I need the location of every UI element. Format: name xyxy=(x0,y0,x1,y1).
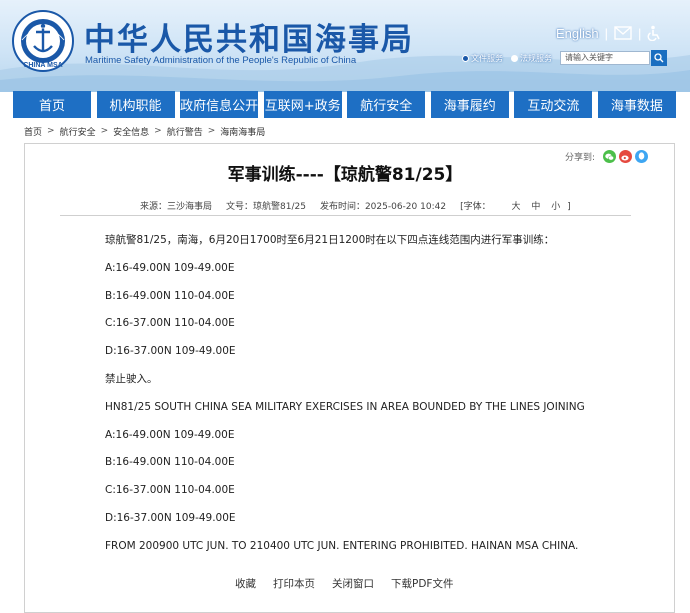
meta-source: 来源：三沙海事局 xyxy=(140,202,213,212)
article-title: 军事训练----【琼航警81/25】 xyxy=(227,165,463,185)
mail-icon[interactable] xyxy=(614,26,632,40)
print-link[interactable]: 打印本页 xyxy=(273,576,315,591)
search-input[interactable]: 请输入关键字 xyxy=(560,51,650,65)
top-links-separator-2: | xyxy=(638,25,642,41)
font-medium-button[interactable]: 中 xyxy=(531,202,540,212)
search-option-regulations[interactable]: 法规服务 xyxy=(511,53,552,64)
breadcrumb-nav-safety[interactable]: 航行安全 xyxy=(60,125,96,138)
breadcrumb-safety-info[interactable]: 安全信息 xyxy=(113,125,149,138)
download-pdf-link[interactable]: 下载PDF文件 xyxy=(391,576,453,591)
breadcrumb-warnings[interactable]: 航行警告 xyxy=(167,125,203,138)
nav-home[interactable]: 首页 xyxy=(13,91,91,118)
breadcrumb-sep: > xyxy=(207,126,216,136)
breadcrumb-home[interactable]: 首页 xyxy=(24,125,42,138)
paragraph: HN81/25 SOUTH CHINA SEA MILITARY EXERCIS… xyxy=(105,400,585,413)
paragraph: B:16-49.00N 110-04.00E xyxy=(105,289,235,302)
title-divider xyxy=(60,215,631,216)
accessibility-icon[interactable] xyxy=(647,25,661,41)
paragraph: FROM 200900 UTC JUN. TO 210400 UTC JUN. … xyxy=(105,539,579,552)
paragraph: C:16-37.00N 110-04.00E xyxy=(105,484,235,497)
close-window-link[interactable]: 关闭窗口 xyxy=(332,576,374,591)
article-meta: 来源：三沙海事局 文号：琼航警81/25 发布时间：2025-06-20 10:… xyxy=(140,199,585,212)
nav-navigation-safety[interactable]: 航行安全 xyxy=(347,91,426,118)
paragraph: 琼航警81/25，南海，6月20日1700时至6月21日1200时在以下四点连线… xyxy=(105,234,555,246)
paragraph: 禁止驶入。 xyxy=(105,372,158,385)
search-option-regulations-label: 法规服务 xyxy=(520,53,552,63)
meta-published: 发布时间：2025-06-20 10:42 xyxy=(319,202,447,212)
paragraph: A:16-49.00N 109-49.00E xyxy=(105,428,235,441)
paragraph: C:16-37.00N 110-04.00E xyxy=(105,317,235,330)
top-links-separator: | xyxy=(604,25,609,41)
paragraph: B:16-49.00N 110-04.00E xyxy=(105,456,235,469)
search-option-files[interactable]: 文件服务 xyxy=(462,53,503,64)
radio-files[interactable] xyxy=(462,54,469,62)
search-option-files-label: 文件服务 xyxy=(471,53,503,63)
meta-number: 文号：琼航警81/25 xyxy=(226,202,306,212)
search-bar: 文件服务 法规服务 请输入关键字 xyxy=(462,50,667,66)
breadcrumb-sep: > xyxy=(100,126,109,136)
font-size-close: ] xyxy=(567,202,571,212)
search-icon xyxy=(654,53,664,63)
top-links: English | | xyxy=(556,24,661,42)
paragraph: A:16-49.00N 109-49.00E xyxy=(105,261,235,274)
china-msa-logo[interactable]: CHINA MSA xyxy=(12,10,74,72)
nav-internet-gov[interactable]: 互联网+政务 xyxy=(263,91,342,118)
radio-regulations[interactable] xyxy=(511,54,518,62)
paragraph: D:16-37.00N 109-49.00E xyxy=(105,511,236,524)
nav-gov-info[interactable]: 政府信息公开 xyxy=(180,91,258,118)
breadcrumb-sep: > xyxy=(47,126,55,136)
nav-interaction[interactable]: 互动交流 xyxy=(514,91,593,118)
main-nav: 首页 机构职能 政府信息公开 互联网+政务 航行安全 海事履约 互动交流 海事数… xyxy=(13,91,676,118)
site-subtitle: Maritime Safety Administration of the Pe… xyxy=(85,55,357,66)
breadcrumb-hainan[interactable]: 海南海事局 xyxy=(220,125,265,138)
logo-text: CHINA MSA xyxy=(23,62,62,69)
site-title[interactable]: 中华人民共和国海事局 xyxy=(84,14,414,59)
breadcrumb: 首页 > 航行安全 > 安全信息 > 航行警告 > 海南海事局 xyxy=(24,124,265,138)
nav-compliance[interactable]: 海事履约 xyxy=(430,91,509,118)
paragraph: D:16-37.00N 109-49.00E xyxy=(105,345,236,358)
font-size-label: [字体： xyxy=(460,202,491,212)
breadcrumb-sep: > xyxy=(154,126,162,136)
font-large-button[interactable]: 大 xyxy=(511,202,520,212)
font-small-button[interactable]: 小 xyxy=(551,202,560,212)
nav-functions[interactable]: 机构职能 xyxy=(96,91,175,118)
font-size-control: [字体： 大 中 小 ] xyxy=(460,199,585,212)
search-button[interactable] xyxy=(651,50,667,66)
site-header: CHINA MSA 中华人民共和国海事局 Maritime Safety Adm… xyxy=(0,0,690,92)
article-body: 琼航警81/25，南海，6月20日1700时至6月21日1200时在以下四点连线… xyxy=(105,233,645,567)
favorite-link[interactable]: 收藏 xyxy=(235,576,256,591)
english-link[interactable]: English xyxy=(556,26,599,41)
nav-data[interactable]: 海事数据 xyxy=(597,91,676,118)
article-footer-links: 收藏 打印本页 关闭窗口 下载PDF文件 xyxy=(235,576,470,591)
